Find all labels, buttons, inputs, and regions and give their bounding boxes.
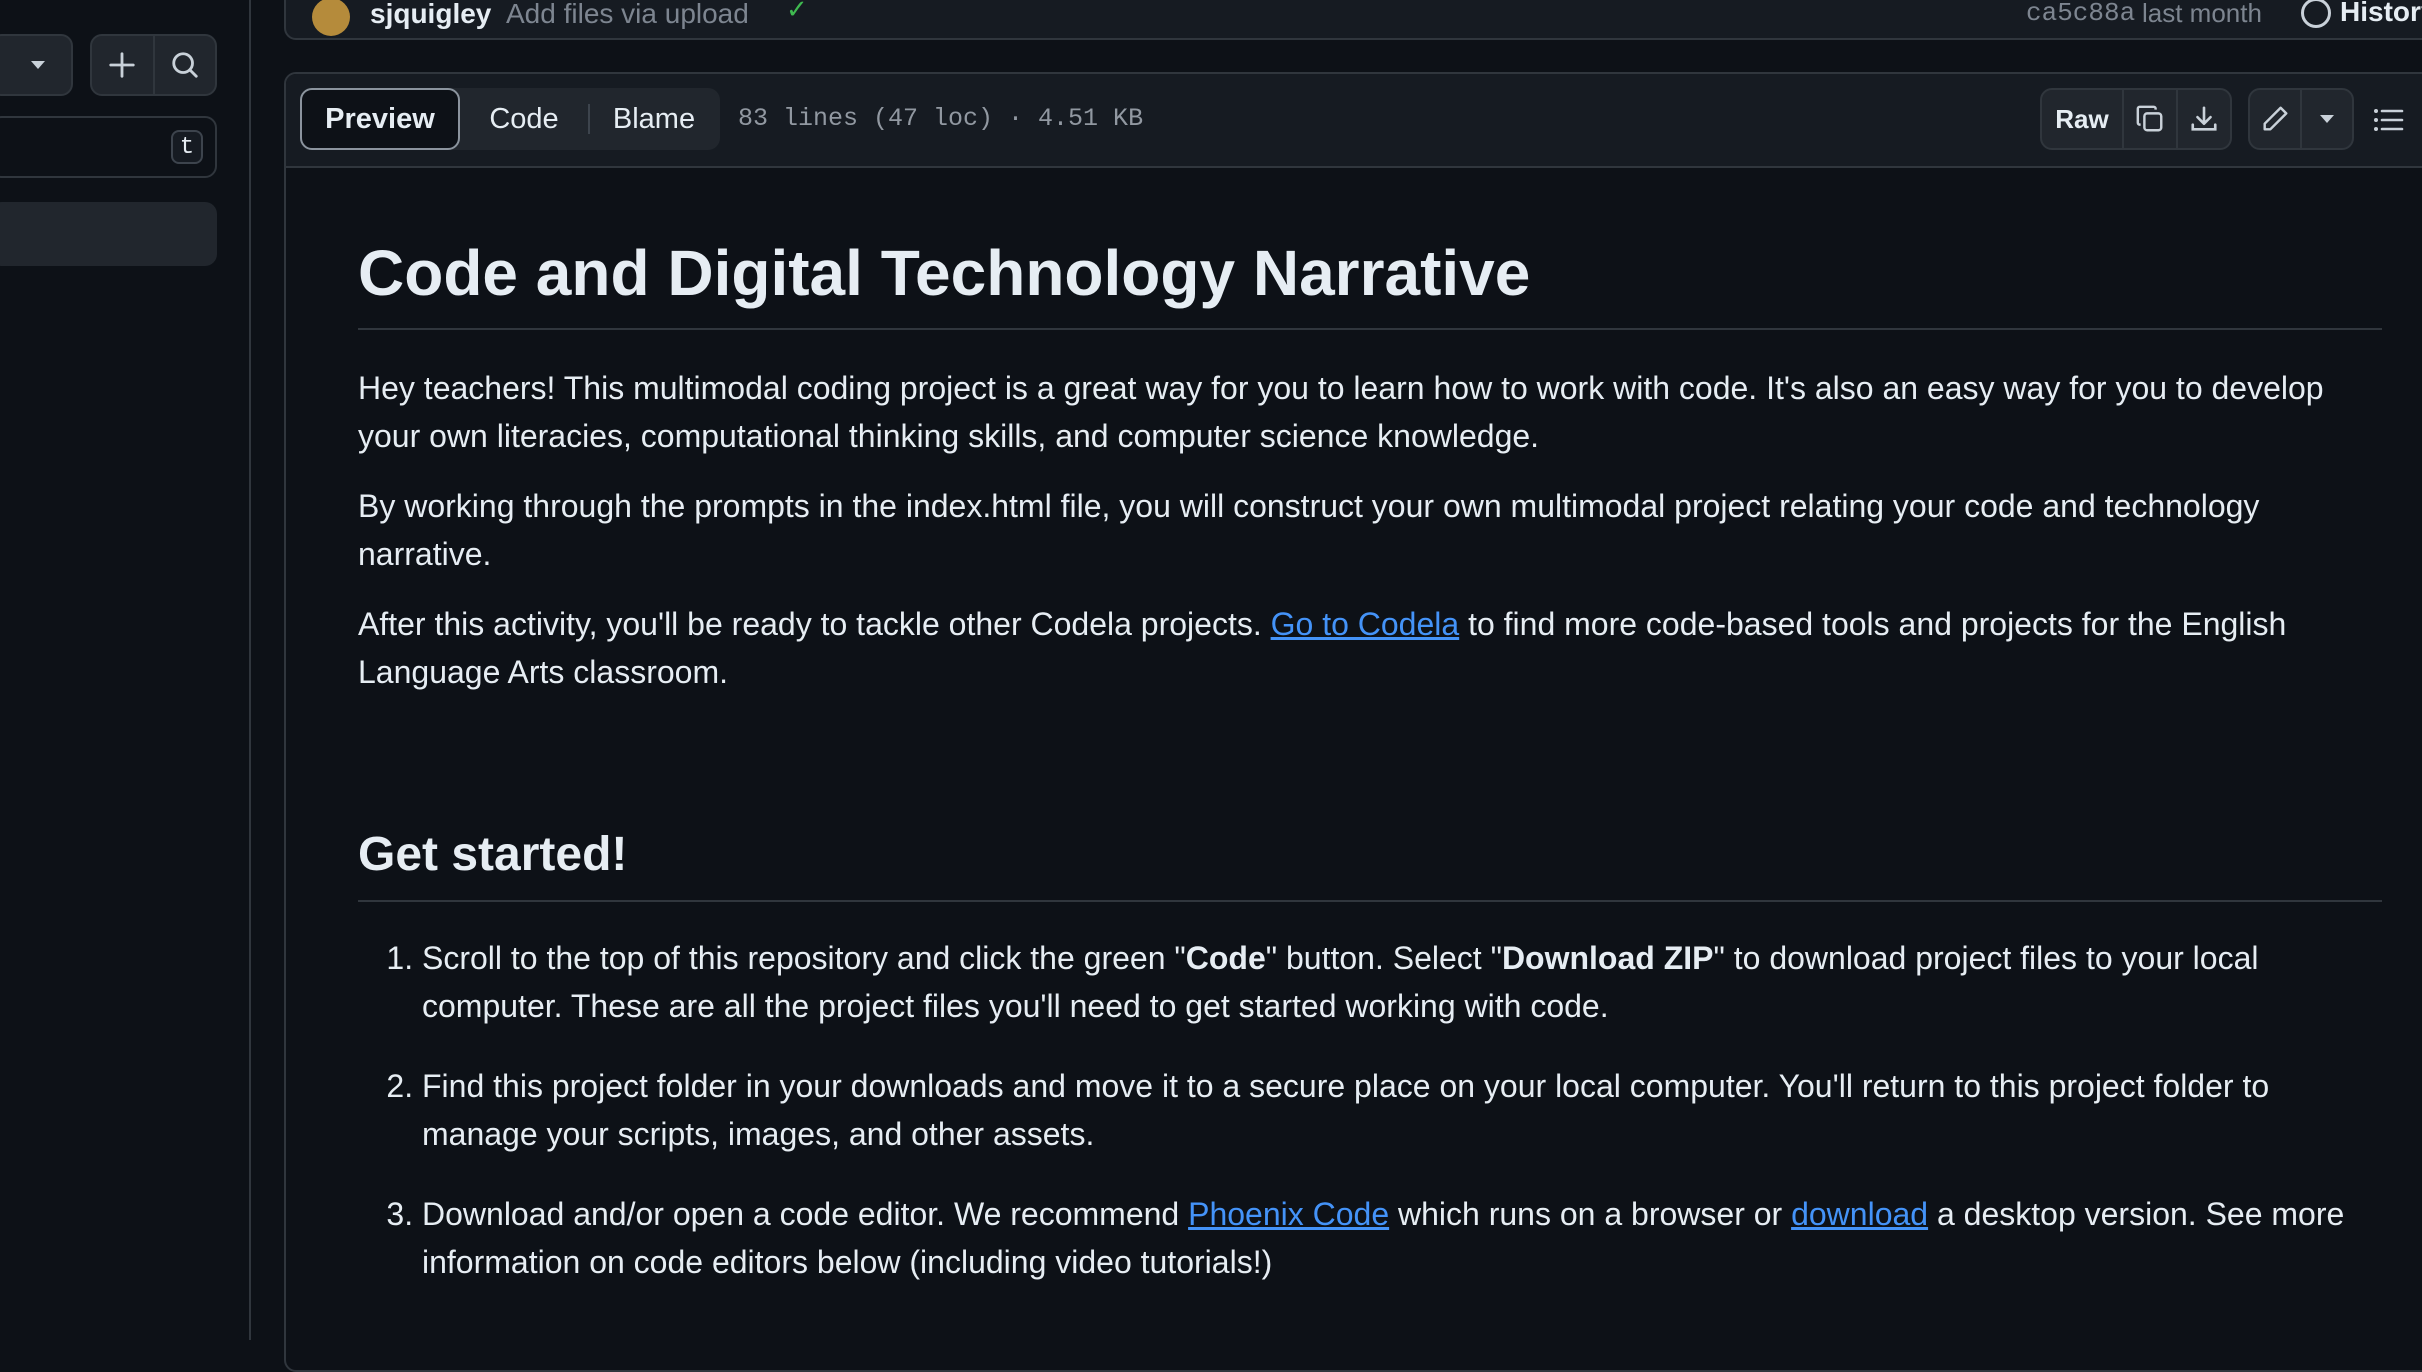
file-info: 83 lines (47 loc) · 4.51 KB bbox=[738, 104, 1144, 133]
tab-blame[interactable]: Blame bbox=[588, 88, 720, 150]
readme-title: Code and Digital Technology Narrative bbox=[358, 234, 2382, 330]
keyboard-shortcut-badge: t bbox=[171, 130, 203, 164]
text: " button. Select " bbox=[1265, 940, 1502, 976]
readme-paragraph-3: After this activity, you'll be ready to … bbox=[358, 600, 2382, 696]
commit-message[interactable]: Add files via upload bbox=[506, 0, 749, 30]
bold-text: Code bbox=[1185, 940, 1266, 976]
latest-commit-bar: sjquigley Add files via upload ✓ ca5c88a… bbox=[284, 0, 2422, 40]
text: Download and/or open a code editor. We r… bbox=[422, 1196, 1189, 1232]
raw-actions: Raw bbox=[2040, 88, 2232, 150]
chevron-down-icon bbox=[2320, 115, 2334, 123]
check-icon: ✓ bbox=[786, 0, 808, 24]
commit-sha[interactable]: ca5c88a bbox=[2026, 0, 2135, 28]
chevron-down-icon bbox=[31, 61, 45, 69]
download-link[interactable]: download bbox=[1791, 1196, 1928, 1232]
text: After this activity, you'll be ready to … bbox=[358, 606, 1271, 642]
branch-select-button[interactable] bbox=[0, 34, 73, 96]
search-button[interactable] bbox=[152, 36, 216, 94]
tab-preview[interactable]: Preview bbox=[300, 88, 460, 150]
view-mode-tabs: Preview Code Blame bbox=[300, 88, 720, 150]
raw-button[interactable]: Raw bbox=[2042, 90, 2122, 148]
bold-text: Download ZIP bbox=[1501, 940, 1714, 976]
tab-code[interactable]: Code bbox=[460, 88, 588, 150]
file-tree-sidebar: t bbox=[0, 0, 251, 1340]
text: Scroll to the top of this repository and… bbox=[422, 940, 1186, 976]
add-file-button[interactable] bbox=[92, 36, 153, 94]
outline-button[interactable] bbox=[2372, 104, 2404, 141]
readme-paragraph-1: Hey teachers! This multimodal coding pro… bbox=[358, 370, 2324, 454]
phoenix-code-link[interactable]: Phoenix Code bbox=[1188, 1196, 1389, 1232]
edit-options-button[interactable] bbox=[2300, 90, 2352, 148]
list-item: Download and/or open a code editor. We r… bbox=[422, 1190, 2382, 1286]
steps-list: Scroll to the top of this repository and… bbox=[358, 934, 2382, 1286]
go-to-file-input[interactable]: t bbox=[0, 116, 217, 178]
file-header: Preview Code Blame 83 lines (47 loc) · 4… bbox=[286, 74, 2422, 168]
sidebar-actions bbox=[90, 34, 217, 96]
commit-author[interactable]: sjquigley bbox=[370, 0, 491, 30]
edit-file-button[interactable] bbox=[2250, 90, 2300, 148]
file-tree-item-selected[interactable] bbox=[0, 202, 217, 266]
download-button[interactable] bbox=[2176, 90, 2230, 148]
copy-raw-button[interactable] bbox=[2122, 90, 2176, 148]
list-item: Find this project folder in your downloa… bbox=[422, 1062, 2382, 1158]
section-heading-get-started: Get started! bbox=[358, 826, 2382, 902]
history-icon bbox=[2301, 0, 2331, 28]
readme-paragraph-2: By working through the prompts in the in… bbox=[358, 488, 2260, 572]
download-icon bbox=[2191, 106, 2217, 131]
commit-time: last month bbox=[2142, 0, 2262, 28]
text: which runs on a browser or bbox=[1389, 1196, 1792, 1232]
edit-actions bbox=[2248, 88, 2354, 150]
pencil-icon bbox=[2263, 106, 2288, 131]
copy-icon bbox=[2136, 105, 2163, 132]
search-icon bbox=[172, 52, 198, 78]
codela-link[interactable]: Go to Codela bbox=[1271, 606, 1460, 642]
plus-icon bbox=[109, 52, 135, 78]
file-viewer: Preview Code Blame 83 lines (47 loc) · 4… bbox=[284, 72, 2422, 1372]
list-item: Scroll to the top of this repository and… bbox=[422, 934, 2382, 1030]
avatar[interactable] bbox=[312, 0, 350, 36]
list-icon bbox=[2374, 109, 2404, 131]
history-link[interactable]: History bbox=[2340, 0, 2422, 28]
readme-content: Code and Digital Technology Narrative He… bbox=[358, 168, 2382, 1318]
